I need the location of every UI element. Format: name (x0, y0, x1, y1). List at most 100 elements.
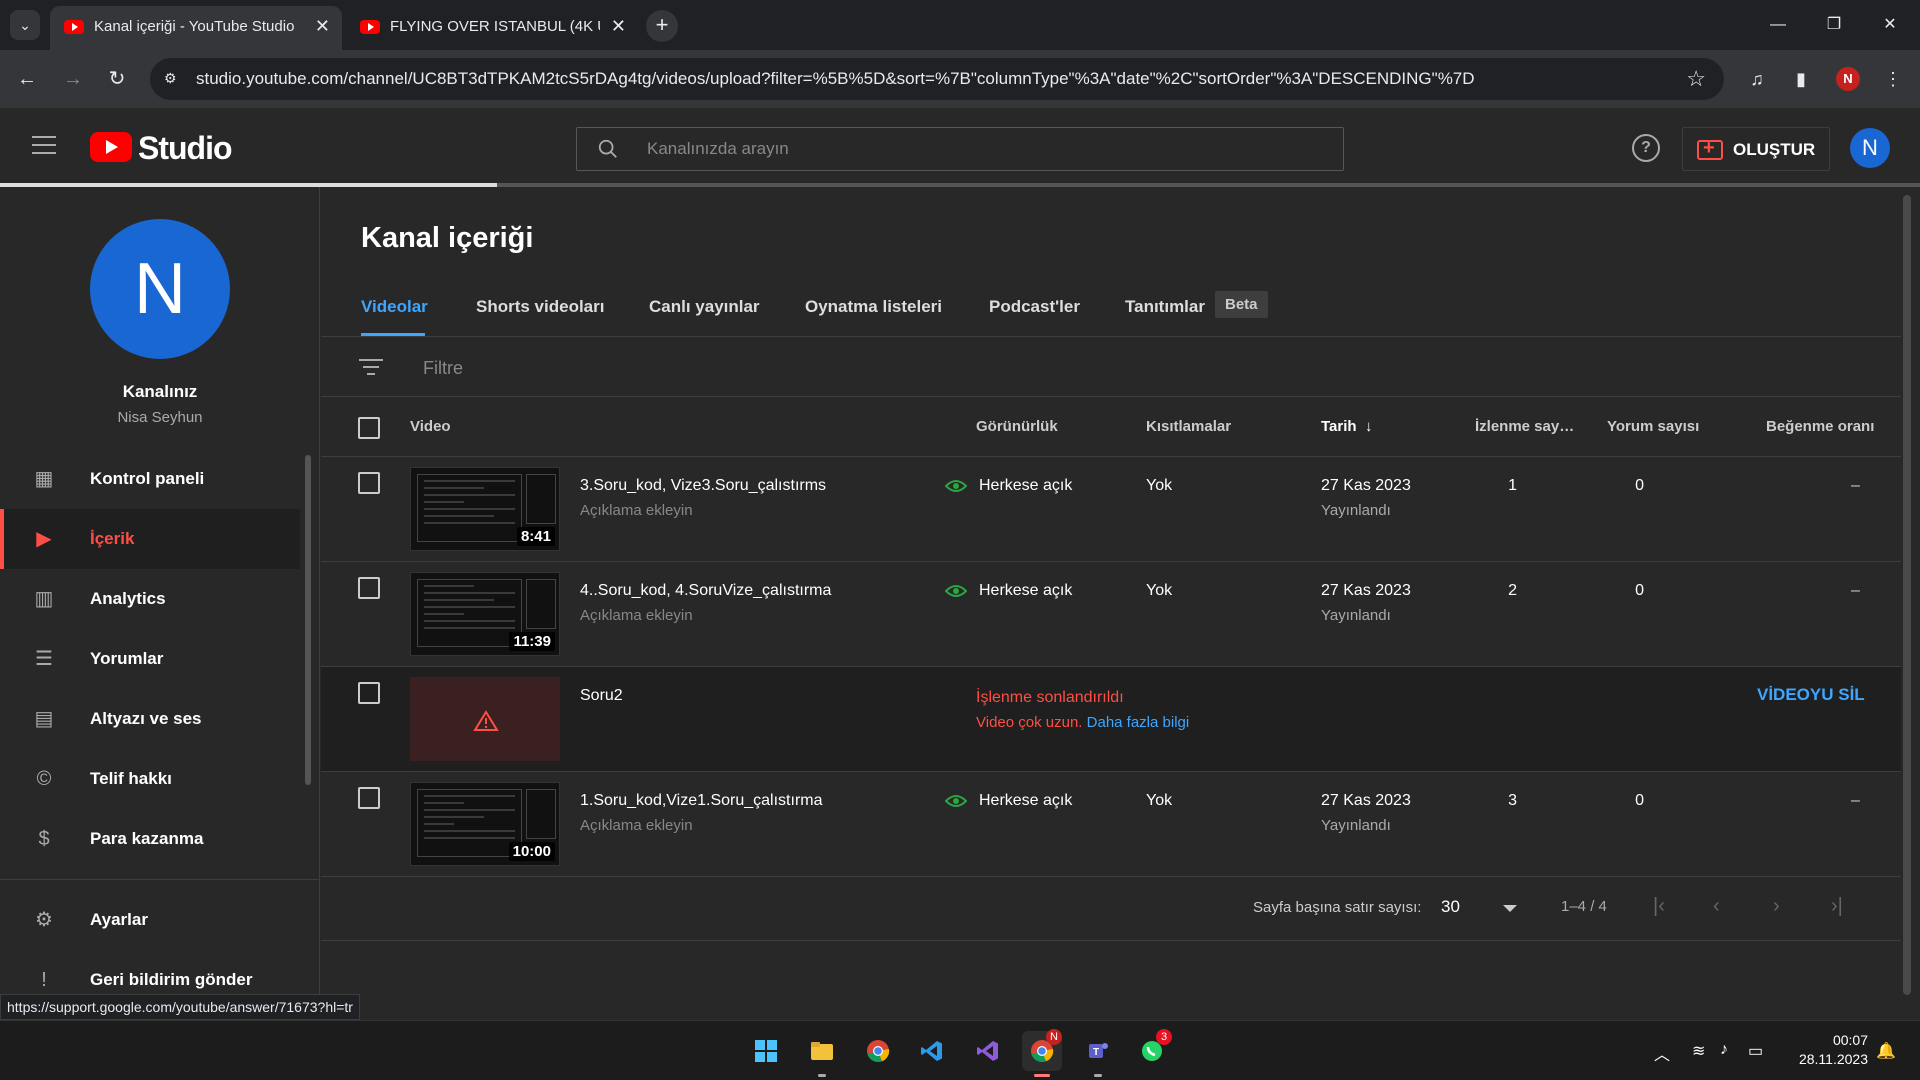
video-title[interactable]: 4..Soru_kod, 4.SoruVize_çalıstırma (580, 582, 831, 600)
eye-icon (945, 585, 967, 597)
column-header-views[interactable]: İzlenme say… (1475, 418, 1574, 435)
browser-tab-youtube-studio[interactable]: Kanal içeriği - YouTube Studio ✕ (50, 6, 342, 50)
system-clock[interactable]: 00:07 28.11.2023 (1788, 1031, 1868, 1069)
help-icon[interactable]: ? (1632, 134, 1660, 162)
channel-avatar[interactable]: N (90, 219, 230, 359)
create-button-label: OLUŞTUR (1733, 140, 1816, 159)
sidebar-item-content[interactable]: ▶ İçerik (0, 509, 300, 569)
url-text[interactable]: studio.youtube.com/channel/UC8BT3dTPKAM2… (196, 69, 1475, 89)
tab-podcasts[interactable]: Podcast'ler (989, 297, 1080, 317)
bookmark-star-icon[interactable]: ☆ (1686, 66, 1706, 92)
rows-per-page-select[interactable]: 30 (1441, 897, 1460, 917)
browser-profile-avatar[interactable]: N (1836, 67, 1860, 91)
column-header-comments[interactable]: Yorum sayısı (1607, 418, 1699, 435)
select-all-checkbox[interactable] (358, 417, 380, 439)
visibility-status[interactable]: Herkese açık (945, 792, 1072, 810)
close-tab-icon[interactable]: ✕ (611, 16, 626, 37)
windows-start-icon[interactable] (746, 1031, 786, 1071)
sidebar-item-monetization[interactable]: $ Para kazanma (0, 809, 300, 869)
file-explorer-icon[interactable] (802, 1031, 842, 1077)
row-checkbox[interactable] (358, 472, 380, 494)
visibility-status[interactable]: Herkese açık (945, 582, 1072, 600)
learn-more-link[interactable]: Daha fazla bilgi (1087, 714, 1190, 731)
video-thumbnail[interactable]: 10:00 (410, 782, 560, 866)
filter-input[interactable] (423, 353, 1023, 383)
side-panel-icon[interactable]: ▮ (1788, 66, 1814, 92)
tab-videos[interactable]: Videolar (361, 297, 428, 317)
new-tab-button[interactable]: + (646, 10, 678, 42)
video-title[interactable]: Soru2 (580, 687, 623, 705)
reload-icon[interactable]: ↻ (102, 64, 132, 94)
visual-studio-icon[interactable] (968, 1031, 1008, 1071)
sort-arrow-down-icon[interactable]: ↓ (1365, 418, 1373, 435)
address-bar[interactable]: ⚙ studio.youtube.com/channel/UC8BT3dTPKA… (150, 58, 1724, 100)
dropdown-arrow-icon[interactable] (1503, 905, 1517, 912)
battery-icon[interactable]: ▭ (1748, 1041, 1763, 1061)
column-header-likes[interactable]: Beğenme oranı (1766, 418, 1874, 435)
sidebar-item-comments[interactable]: ☰ Yorumlar (0, 629, 300, 689)
back-arrow-icon[interactable]: ← (12, 64, 42, 94)
previous-page-icon[interactable]: ‹ (1713, 895, 1720, 918)
video-thumbnail[interactable]: 11:39 (410, 572, 560, 656)
notification-bell-icon[interactable]: 🔔 (1876, 1041, 1896, 1061)
column-header-date[interactable]: Tarih (1321, 418, 1357, 435)
sidebar-scrollbar[interactable] (305, 455, 311, 785)
table-row[interactable]: Soru2 İşlenme sonlandırıldı Video çok uz… (321, 667, 1901, 772)
teams-icon[interactable]: T (1078, 1031, 1118, 1077)
studio-logo-text[interactable]: Studio (138, 130, 233, 167)
chrome-icon[interactable] (858, 1031, 898, 1071)
whatsapp-icon[interactable]: 3 (1132, 1029, 1172, 1071)
tab-promotions[interactable]: Tanıtımlar (1125, 297, 1205, 317)
delete-video-button[interactable]: VİDEOYU SİL (1757, 685, 1865, 705)
sidebar-item-copyright[interactable]: © Telif hakkı (0, 749, 300, 809)
youtube-logo-icon[interactable] (90, 132, 132, 162)
close-window-button[interactable]: ✕ (1870, 10, 1910, 40)
video-description[interactable]: Açıklama ekleyin (580, 817, 693, 834)
sidebar-item-subtitles[interactable]: ▤ Altyazı ve ses (0, 689, 300, 749)
hamburger-menu-icon[interactable] (32, 136, 56, 156)
browser-tab-flying-over[interactable]: FLYING OVER ISTANBUL (4K U ✕ (346, 6, 638, 50)
vscode-icon[interactable] (912, 1031, 952, 1071)
sidebar-item-analytics[interactable]: ▥ Analytics (0, 569, 300, 629)
table-row[interactable]: 8:41 3.Soru_kod, Vize3.Soru_çalıstırms A… (321, 457, 1901, 562)
last-page-icon[interactable]: ›| (1831, 895, 1843, 918)
visibility-status[interactable]: Herkese açık (945, 477, 1072, 495)
search-input[interactable] (647, 128, 1327, 170)
video-thumbnail[interactable]: 8:41 (410, 467, 560, 551)
video-title[interactable]: 3.Soru_kod, Vize3.Soru_çalıstırms (580, 477, 826, 495)
tab-playlists[interactable]: Oynatma listeleri (805, 297, 942, 317)
next-page-icon[interactable]: › (1773, 895, 1780, 918)
volume-icon[interactable]: ♪ (1720, 1041, 1728, 1059)
restore-window-button[interactable]: ❐ (1814, 10, 1854, 40)
minimize-window-button[interactable]: — (1758, 10, 1798, 40)
tab-search-button[interactable]: ⌄ (10, 10, 40, 40)
forward-arrow-icon[interactable]: → (58, 64, 88, 94)
sidebar-item-dashboard[interactable]: ▦ Kontrol paneli (0, 449, 300, 509)
browser-menu-icon[interactable]: ⋮ (1880, 66, 1906, 92)
create-button[interactable]: OLUŞTUR (1682, 127, 1830, 171)
table-row[interactable]: 10:00 1.Soru_kod,Vize1.Soru_çalıstırma A… (321, 772, 1901, 877)
first-page-icon[interactable]: |‹ (1653, 895, 1665, 918)
video-title[interactable]: 1.Soru_kod,Vize1.Soru_çalıstırma (580, 792, 823, 810)
row-checkbox[interactable] (358, 682, 380, 704)
tab-live[interactable]: Canlı yayınlar (649, 297, 760, 317)
main-scrollbar[interactable] (1903, 195, 1911, 995)
media-control-icon[interactable]: ♫ (1744, 66, 1770, 92)
sidebar-item-settings[interactable]: ⚙ Ayarlar (0, 890, 300, 950)
beta-badge: Beta (1215, 291, 1268, 318)
table-row[interactable]: 11:39 4..Soru_kod, 4.SoruVize_çalıstırma… (321, 562, 1901, 667)
show-hidden-icons-chevron-icon[interactable]: ︿ (1654, 1041, 1670, 1065)
row-checkbox[interactable] (358, 787, 380, 809)
close-tab-icon[interactable]: ✕ (315, 16, 330, 37)
chrome-profile-icon[interactable]: N (1022, 1029, 1062, 1077)
video-description[interactable]: Açıklama ekleyin (580, 502, 693, 519)
account-avatar[interactable]: N (1850, 128, 1890, 168)
video-thumbnail[interactable] (410, 677, 560, 761)
video-description[interactable]: Açıklama ekleyin (580, 607, 693, 624)
tab-shorts[interactable]: Shorts videoları (476, 297, 604, 317)
wifi-icon[interactable]: ≋ (1692, 1041, 1705, 1061)
channel-search-box[interactable] (576, 127, 1344, 171)
row-checkbox[interactable] (358, 577, 380, 599)
site-info-icon[interactable]: ⚙ (164, 70, 182, 88)
filter-icon[interactable] (359, 359, 383, 377)
